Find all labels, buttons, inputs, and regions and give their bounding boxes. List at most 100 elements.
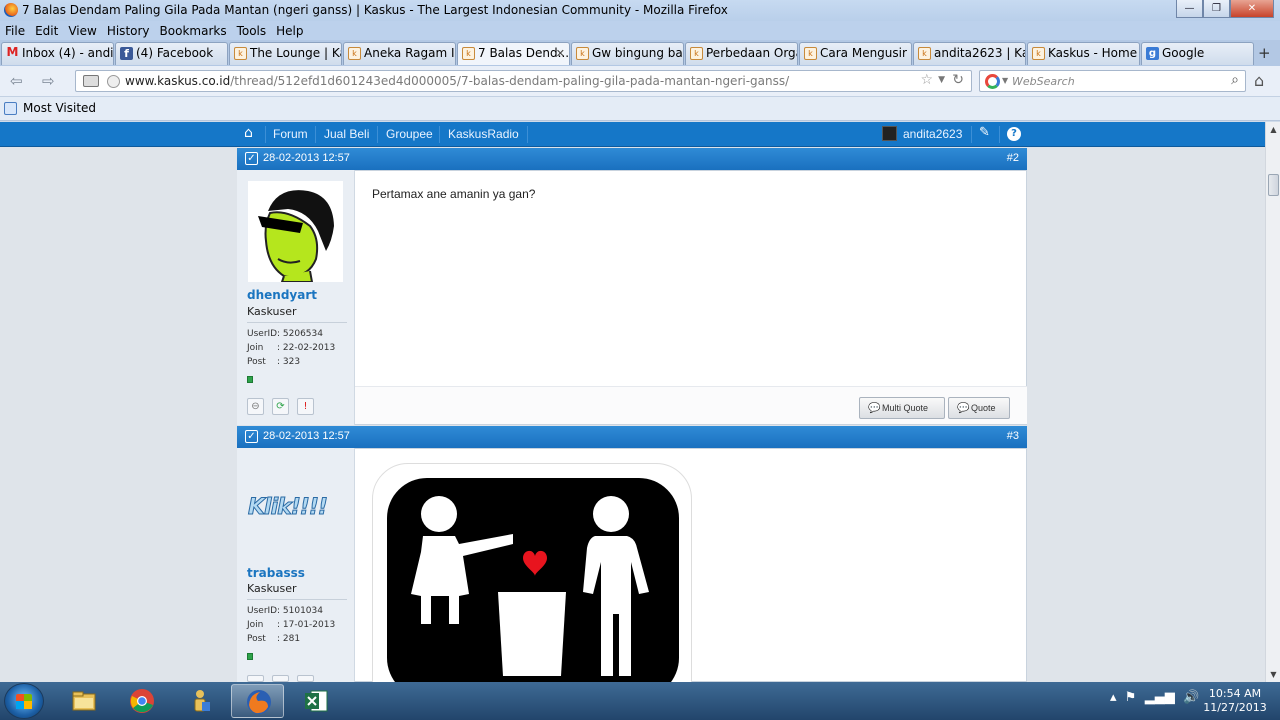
multi-quote-button[interactable]: 💬 Multi Quote <box>859 397 945 419</box>
userid-value: : 5206534 <box>277 329 323 339</box>
tab-gw-bingung[interactable]: k Gw bingung ba... <box>571 42 684 65</box>
home-icon[interactable]: ⌂ <box>244 125 253 141</box>
url-dropdown-icon[interactable]: ▼ <box>938 75 945 85</box>
taskbar-firefox[interactable] <box>231 684 284 718</box>
close-button[interactable]: ✕ <box>1230 0 1274 18</box>
taskbar-clock[interactable]: 10:54 AM 11/27/2013 <box>1200 687 1270 715</box>
kaskus-icon: k <box>690 47 703 60</box>
join-label: Join <box>247 620 264 630</box>
userid-value: : 5101034 <box>277 606 323 616</box>
tab-andita[interactable]: kandita2623 | Kas... <box>913 42 1026 65</box>
post-2-avatar[interactable] <box>248 181 343 283</box>
forward-arrow-icon[interactable]: ⇨ <box>42 72 55 90</box>
quote-label: Quote <box>971 403 996 413</box>
site-identity-icon[interactable] <box>107 75 120 88</box>
post-2-text: Pertamax ane amanin ya gan? <box>372 187 536 201</box>
tab-facebook[interactable]: f (4) Facebook <box>115 42 228 65</box>
report-icon[interactable] <box>297 675 314 682</box>
menu-bookmarks[interactable]: Bookmarks <box>160 24 227 38</box>
tab-label: Kaskus - Home ... <box>1048 46 1139 60</box>
system-tray-icons[interactable]: ▴ ⚑ ▂▄▆ 🔊 <box>1110 690 1199 705</box>
tab-cara-mengusir[interactable]: k Cara Mengusir ... <box>799 42 912 65</box>
search-box[interactable]: ▼ WebSearch ⌕ <box>979 70 1246 92</box>
reputation-icon[interactable] <box>272 675 289 682</box>
nav-separator <box>265 126 266 143</box>
scroll-down-arrow-icon[interactable]: ▼ <box>1266 667 1280 682</box>
taskbar-chrome[interactable] <box>115 684 168 718</box>
firefox-icon <box>247 690 271 714</box>
nav-groupee[interactable]: Groupee <box>386 127 433 141</box>
post-label: Post <box>247 634 266 644</box>
taskbar-person-app[interactable] <box>173 684 226 718</box>
profile-icon[interactable]: ⊖ <box>247 398 264 415</box>
menu-tools[interactable]: Tools <box>237 24 267 38</box>
url-text[interactable]: www.kaskus.co.id/thread/512efd1d601243ed… <box>125 74 789 88</box>
post-3-header: ✓ 28-02-2013 12:57 #3 <box>237 426 1027 448</box>
tab-label: Google <box>1162 46 1205 60</box>
start-button[interactable] <box>4 683 44 719</box>
reload-icon[interactable]: ↻ <box>952 72 964 88</box>
tab-kaskus-home[interactable]: kKaskus - Home ... <box>1027 42 1140 65</box>
menu-view[interactable]: View <box>68 24 96 38</box>
tab-google[interactable]: g Google <box>1141 42 1254 65</box>
vertical-scrollbar[interactable]: ▲ ▼ <box>1265 122 1280 682</box>
post-3-userid: UserID: 5101034 <box>247 606 323 616</box>
nav-username[interactable]: andita2623 <box>903 127 962 141</box>
back-arrow-icon[interactable]: ⇦ <box>10 72 23 90</box>
pencil-icon[interactable]: ✎ <box>979 125 990 140</box>
nav-jual-beli[interactable]: Jual Beli <box>324 127 369 141</box>
windows-taskbar: ▴ ⚑ ▂▄▆ 🔊 10:54 AM 11/27/2013 <box>0 682 1280 720</box>
bookmark-most-visited[interactable]: Most Visited <box>23 101 96 115</box>
nav-kaskusradio[interactable]: KaskusRadio <box>448 127 519 141</box>
facebook-icon: f <box>120 47 133 60</box>
tab-close-icon[interactable]: ✕ <box>556 43 565 64</box>
report-icon[interactable]: ! <box>297 398 314 415</box>
tab-perbedaan[interactable]: kPerbedaan Orga... <box>685 42 798 65</box>
tab-gmail[interactable]: MInbox (4) - andit... <box>1 42 114 65</box>
url-path: /thread/512efd1d601243ed4d000005/7-balas… <box>230 74 790 88</box>
checkbox-icon[interactable]: ✓ <box>245 152 258 165</box>
tab-label: Aneka Ragam I... <box>364 46 456 60</box>
maximize-button[interactable]: ❐ <box>1203 0 1230 18</box>
search-engine-icon[interactable] <box>985 74 1000 89</box>
user-avatar[interactable] <box>882 126 897 141</box>
menu-file[interactable]: File <box>5 24 25 38</box>
post-3-avatar[interactable]: Klik!!!! <box>248 495 329 521</box>
new-tab-button[interactable]: + <box>1258 44 1271 62</box>
bookmark-star-icon[interactable]: ☆ <box>920 72 933 88</box>
post-3-username[interactable]: trabasss <box>247 566 305 580</box>
checkbox-icon[interactable]: ✓ <box>245 430 258 443</box>
menu-edit[interactable]: Edit <box>35 24 58 38</box>
taskbar-explorer[interactable] <box>57 684 110 718</box>
scroll-up-arrow-icon[interactable]: ▲ <box>1266 122 1280 137</box>
tab-the-lounge[interactable]: kThe Lounge | Ka... <box>229 42 342 65</box>
home-icon[interactable]: ⌂ <box>1254 71 1264 90</box>
tab-label: (4) Facebook <box>136 46 214 60</box>
post-number[interactable]: #2 <box>1007 152 1019 164</box>
windows-logo-icon <box>16 694 32 709</box>
address-bar[interactable]: www.kaskus.co.id/thread/512efd1d601243ed… <box>75 70 972 92</box>
menu-help[interactable]: Help <box>276 24 303 38</box>
nav-forum[interactable]: Forum <box>273 127 308 141</box>
kaskus-top-nav: ⌂ Forum Jual Beli Groupee KaskusRadio an… <box>0 122 1265 147</box>
search-engine-dropdown-icon[interactable]: ▼ <box>1002 76 1008 85</box>
minimize-button[interactable]: — <box>1176 0 1203 18</box>
window-title: 7 Balas Dendam Paling Gila Pada Mantan (… <box>22 3 728 17</box>
menu-history[interactable]: History <box>107 24 150 38</box>
scrollbar-thumb[interactable] <box>1268 174 1279 196</box>
taskbar-excel[interactable] <box>289 684 342 718</box>
search-icon[interactable]: ⌕ <box>1231 72 1239 88</box>
divider <box>247 322 347 323</box>
reputation-icon[interactable]: ⟳ <box>272 398 289 415</box>
post-3-image[interactable] <box>372 463 692 683</box>
post-2-username[interactable]: dhendyart <box>247 288 317 302</box>
kaskus-icon: k <box>234 47 247 60</box>
post-number[interactable]: #3 <box>1007 430 1019 442</box>
profile-icon[interactable] <box>247 675 264 682</box>
tab-7-balas-dendam[interactable]: k7 Balas Dend... ✕ <box>457 42 570 65</box>
tab-aneka-ragam[interactable]: k Aneka Ragam I... <box>343 42 456 65</box>
quote-button[interactable]: 💬 Quote <box>948 397 1010 419</box>
help-icon[interactable]: ? <box>1007 127 1021 141</box>
window-titlebar: 7 Balas Dendam Paling Gila Pada Mantan (… <box>0 0 1280 21</box>
post-3-rank: Kaskuser <box>247 582 297 595</box>
